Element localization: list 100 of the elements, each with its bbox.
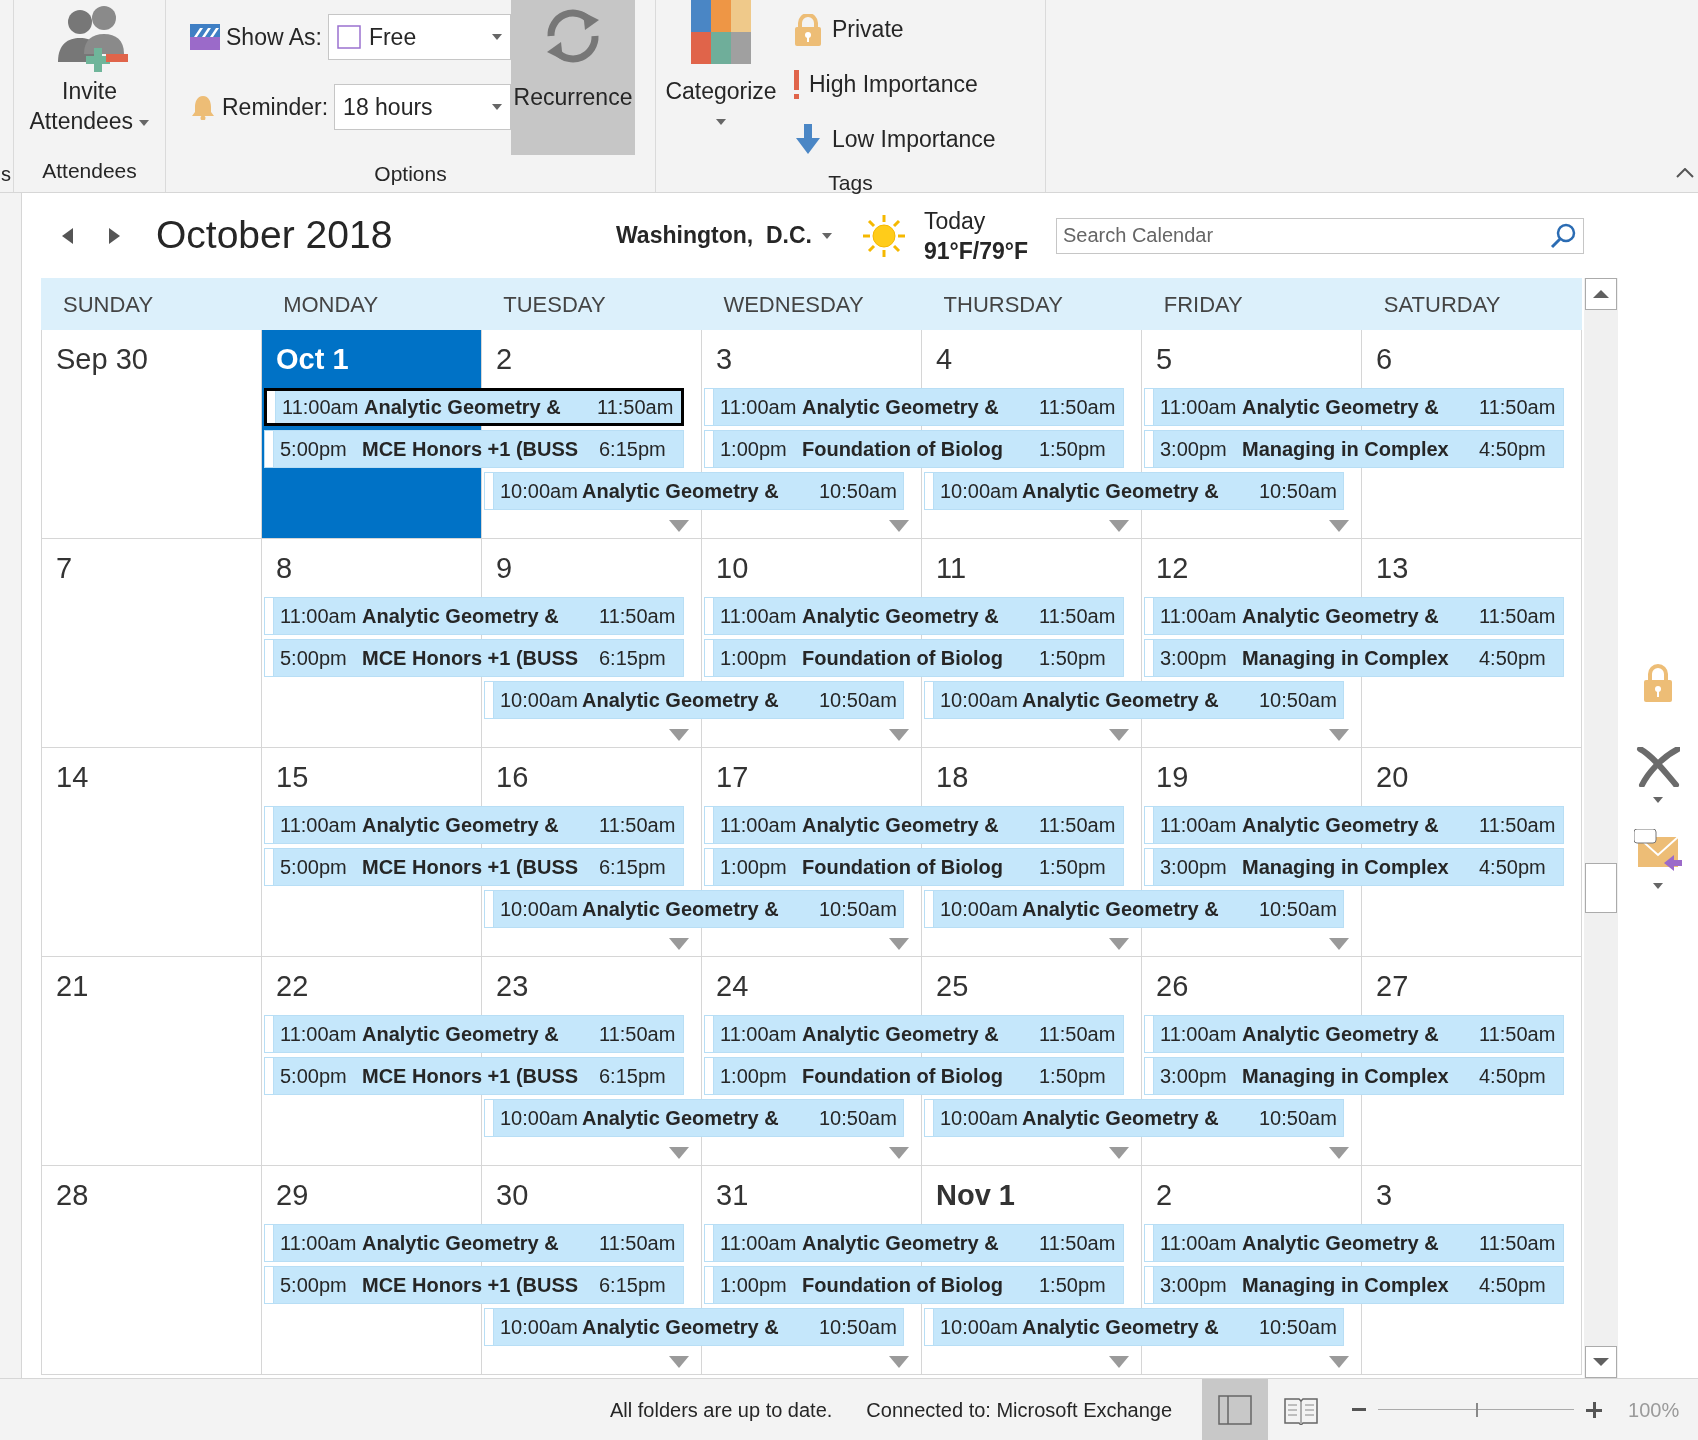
event-end-time: 4:50pm	[1479, 1273, 1547, 1298]
more-items-icon[interactable]	[669, 520, 689, 532]
normal-view-button[interactable]	[1202, 1378, 1269, 1440]
calendar-event[interactable]: 11:00am Analytic Geometry & 11:50am	[704, 1224, 1124, 1262]
show-as-dropdown[interactable]: Free	[327, 14, 511, 60]
more-items-icon[interactable]	[669, 729, 689, 741]
calendar-event[interactable]: 10:00am Analytic Geometry & 10:50am	[924, 1308, 1344, 1346]
calendar-event[interactable]: 11:00am Analytic Geometry & 11:50am	[1144, 1224, 1564, 1262]
calendar-event[interactable]: 11:00am Analytic Geometry & 11:50am	[264, 1015, 684, 1053]
calendar-event[interactable]: 11:00am Analytic Geometry & 11:50am	[1144, 597, 1564, 635]
calendar-event[interactable]: 10:00am Analytic Geometry & 10:50am	[924, 890, 1344, 928]
calendar-event[interactable]: 10:00am Analytic Geometry & 10:50am	[924, 1099, 1344, 1137]
color-grid-icon	[691, 0, 751, 64]
day-number: 8	[276, 551, 293, 585]
more-items-icon[interactable]	[1109, 1147, 1129, 1159]
calendar-event[interactable]: 5:00pm MCE Honors +1 (BUSS 6:15pm	[264, 639, 684, 677]
calendar-event[interactable]: 5:00pm MCE Honors +1 (BUSS 6:15pm	[264, 848, 684, 886]
more-items-icon[interactable]	[1109, 1356, 1129, 1368]
calendar-event[interactable]: 3:00pm Managing in Complex 4:50pm	[1144, 639, 1564, 677]
calendar-event[interactable]: 10:00am Analytic Geometry & 10:50am	[484, 1308, 904, 1346]
tag-button[interactable]: Private	[794, 2, 996, 57]
more-items-icon[interactable]	[1329, 1147, 1349, 1159]
more-items-icon[interactable]	[1329, 729, 1349, 741]
invite-attendees-button[interactable]: Invite Attendees	[14, 0, 165, 150]
more-items-icon[interactable]	[669, 1147, 689, 1159]
more-items-icon[interactable]	[889, 729, 909, 741]
calendar-event[interactable]: 11:00am Analytic Geometry & 11:50am	[264, 597, 684, 635]
calendar-event[interactable]: 11:00am Analytic Geometry & 11:50am	[1144, 388, 1564, 426]
calendar-event[interactable]: 1:00pm Foundation of Biolog 1:50pm	[704, 1057, 1124, 1095]
event-end-time: 10:50am	[1259, 688, 1338, 713]
more-items-icon[interactable]	[1329, 520, 1349, 532]
tag-button[interactable]: High Importance	[794, 57, 996, 112]
calendar-event[interactable]: 11:00am Analytic Geometry & 11:50am	[704, 597, 1124, 635]
calendar-event[interactable]: 1:00pm Foundation of Biolog 1:50pm	[704, 1266, 1124, 1304]
day-number: 14	[56, 760, 89, 794]
day-number: 20	[1376, 760, 1409, 794]
calendar-event[interactable]: 3:00pm Managing in Complex 4:50pm	[1144, 848, 1564, 886]
more-items-icon[interactable]	[889, 1356, 909, 1368]
categorize-button[interactable]: Categorize	[656, 0, 786, 167]
calendar-event[interactable]: 10:00am Analytic Geometry & 10:50am	[484, 890, 904, 928]
zoom-slider-thumb[interactable]	[1476, 1402, 1479, 1417]
calendar-event[interactable]: 11:00am Analytic Geometry & 11:50am	[704, 806, 1124, 844]
day-number: 27	[1376, 969, 1409, 1003]
next-month-icon[interactable]	[108, 226, 122, 245]
calendar-event[interactable]: 1:00pm Foundation of Biolog 1:50pm	[704, 639, 1124, 677]
calendar-event[interactable]: 10:00am Analytic Geometry & 10:50am	[484, 1099, 904, 1137]
day-number: 24	[716, 969, 749, 1003]
more-items-icon[interactable]	[1109, 729, 1129, 741]
more-items-icon[interactable]	[889, 938, 909, 950]
calendar-event[interactable]: 5:00pm MCE Honors +1 (BUSS 6:15pm	[264, 1057, 684, 1095]
scroll-up-icon[interactable]	[1585, 278, 1617, 310]
calendar-event[interactable]: 10:00am Analytic Geometry & 10:50am	[924, 472, 1344, 510]
event-title: Managing in Complex	[1242, 437, 1450, 462]
calendar-event[interactable]: 11:00am Analytic Geometry & 11:50am	[264, 806, 684, 844]
calendar-event[interactable]: 1:00pm Foundation of Biolog 1:50pm	[704, 430, 1124, 468]
more-items-icon[interactable]	[669, 938, 689, 950]
day-number: 22	[276, 969, 309, 1003]
more-items-icon[interactable]	[889, 520, 909, 532]
more-items-icon[interactable]	[1329, 1356, 1349, 1368]
zoom-out-icon[interactable]	[1352, 1407, 1367, 1412]
calendar-event[interactable]: 5:00pm MCE Honors +1 (BUSS 6:15pm	[264, 1266, 684, 1304]
event-start-time: 10:00am	[499, 897, 579, 922]
calendar-event[interactable]: 3:00pm Managing in Complex 4:50pm	[1144, 1266, 1564, 1304]
calendar-event[interactable]: 10:00am Analytic Geometry & 10:50am	[924, 681, 1344, 719]
lock-icon[interactable]	[1642, 663, 1674, 703]
delete-button[interactable]	[1636, 747, 1680, 803]
calendar-event[interactable]: 11:00am Analytic Geometry & 11:50am	[1144, 806, 1564, 844]
scrollbar-thumb[interactable]	[1585, 863, 1617, 913]
zoom-slider[interactable]	[1378, 1402, 1575, 1417]
calendar-event[interactable]: 1:00pm Foundation of Biolog 1:50pm	[704, 848, 1124, 886]
collapse-ribbon-icon[interactable]	[1676, 168, 1694, 178]
search-icon[interactable]	[1549, 222, 1576, 249]
previous-month-icon[interactable]	[60, 226, 74, 245]
tag-button[interactable]: Low Importance	[794, 112, 996, 167]
more-items-icon[interactable]	[889, 1147, 909, 1159]
more-items-icon[interactable]	[1329, 938, 1349, 950]
calendar-event[interactable]: 3:00pm Managing in Complex 4:50pm	[1144, 1057, 1564, 1095]
vertical-scrollbar[interactable]	[1584, 278, 1618, 1378]
calendar-event[interactable]: 11:00am Analytic Geometry & 11:50am	[1144, 1015, 1564, 1053]
more-items-icon[interactable]	[1109, 938, 1129, 950]
reminder-dropdown[interactable]: 18 hours	[334, 84, 511, 130]
search-field[interactable]: Search Calendar	[1055, 217, 1584, 254]
more-items-icon[interactable]	[1109, 520, 1129, 532]
scroll-down-icon[interactable]	[1585, 1346, 1617, 1378]
reply-button[interactable]	[1634, 829, 1682, 889]
calendar-event[interactable]: 11:00am Analytic Geometry & 11:50am	[704, 388, 1124, 426]
location-dropdown[interactable]: Washington, D.C.	[616, 218, 832, 253]
more-items-icon[interactable]	[669, 1356, 689, 1368]
calendar-event[interactable]: 5:00pm MCE Honors +1 (BUSS 6:15pm	[264, 430, 684, 468]
down-arrow-icon	[794, 123, 822, 156]
calendar-event[interactable]: 11:00am Analytic Geometry & 11:50am	[704, 1015, 1124, 1053]
calendar-event[interactable]: 10:00am Analytic Geometry & 10:50am	[484, 681, 904, 719]
recurrence-button[interactable]: Recurrence	[511, 0, 635, 155]
event-end-time: 4:50pm	[1479, 1064, 1547, 1089]
event-end-time: 11:50am	[599, 1231, 677, 1256]
calendar-event[interactable]: 11:00am Analytic Geometry & 11:50am	[264, 388, 684, 426]
calendar-event[interactable]: 11:00am Analytic Geometry & 11:50am	[264, 1224, 684, 1262]
calendar-event[interactable]: 10:00am Analytic Geometry & 10:50am	[484, 472, 904, 510]
zoom-in-icon[interactable]	[1586, 1401, 1603, 1418]
calendar-event[interactable]: 3:00pm Managing in Complex 4:50pm	[1144, 430, 1564, 468]
